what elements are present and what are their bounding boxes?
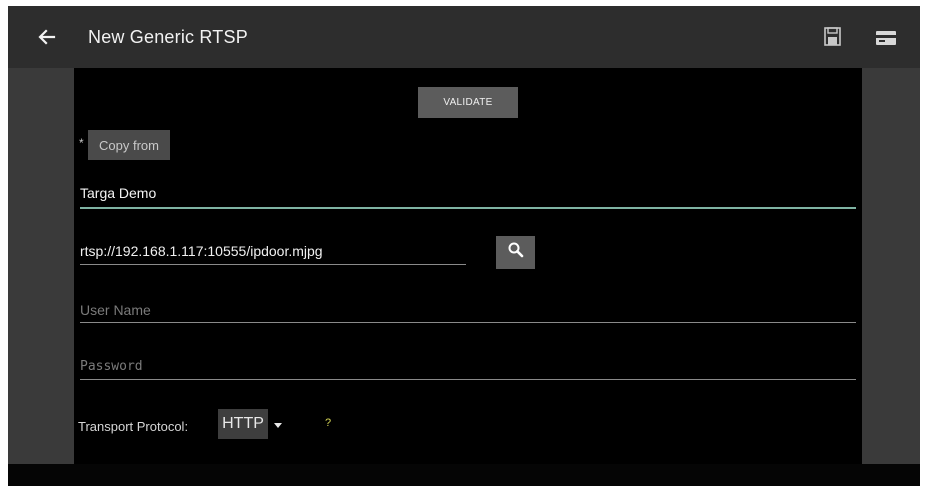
url-underline — [80, 264, 466, 265]
dropdown-arrow-icon — [273, 417, 283, 428]
transport-protocol-select[interactable]: HTTP — [218, 408, 294, 442]
card-icon[interactable] — [874, 28, 898, 48]
name-underline — [80, 207, 856, 209]
save-icon[interactable] — [822, 26, 844, 48]
validate-button[interactable]: VALIDATE — [418, 87, 518, 118]
username-placeholder: User Name — [80, 302, 151, 318]
copy-from-button[interactable]: Copy from — [88, 130, 170, 160]
password-placeholder: Password — [80, 359, 143, 374]
required-marker: * — [79, 136, 84, 150]
form-panel: VALIDATE * Copy from Targa Demo rtsp://1… — [74, 68, 862, 464]
url-value: rtsp://192.168.1.117:10555/ipdoor.mjpg — [80, 243, 323, 259]
left-gutter — [8, 68, 74, 464]
username-field[interactable]: User Name — [80, 302, 856, 328]
back-arrow-icon[interactable] — [34, 24, 60, 50]
search-button[interactable] — [496, 236, 535, 269]
app-bar: New Generic RTSP — [8, 6, 920, 68]
search-icon — [507, 241, 525, 264]
right-gutter — [862, 68, 920, 464]
camera-name-field[interactable]: Targa Demo — [80, 185, 856, 211]
transport-protocol-value: HTTP — [218, 409, 268, 439]
username-underline — [80, 322, 856, 323]
transport-protocol-label: Transport Protocol: — [78, 419, 189, 434]
password-underline — [80, 379, 856, 380]
bottom-bar — [8, 464, 920, 486]
password-field[interactable]: Password — [80, 359, 856, 385]
help-icon[interactable]: ? — [325, 417, 331, 429]
app-screen: New Generic RTSP VALIDATE * Copy from Ta… — [8, 6, 920, 486]
camera-name-value: Targa Demo — [80, 185, 157, 201]
page-title: New Generic RTSP — [88, 27, 248, 47]
url-field[interactable]: rtsp://192.168.1.117:10555/ipdoor.mjpg — [80, 243, 466, 269]
